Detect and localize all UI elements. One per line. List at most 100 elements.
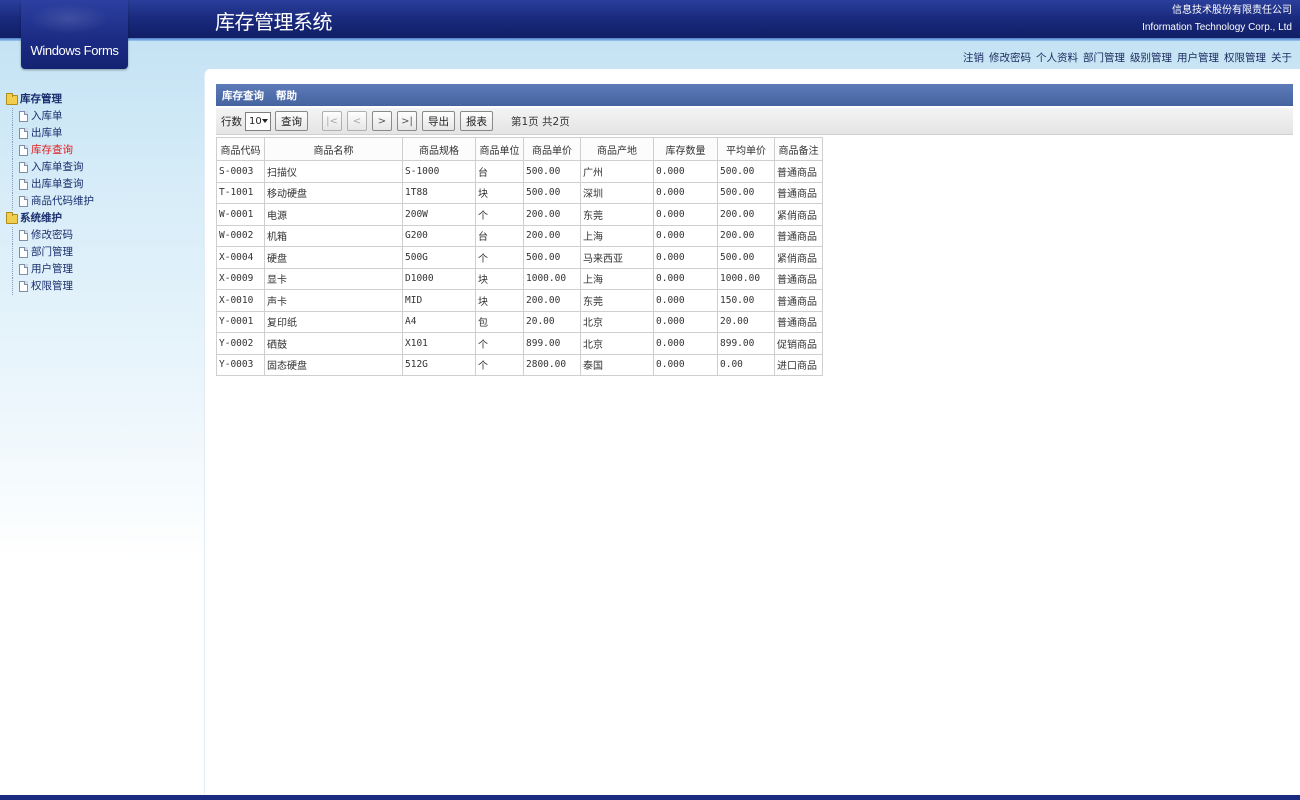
tree-item-label: 入库单	[31, 110, 63, 122]
table-cell: T-1001	[216, 181, 265, 204]
table-cell: 0.000	[653, 224, 718, 247]
table-cell: X-0009	[216, 267, 265, 290]
table-cell: 150.00	[717, 289, 775, 312]
tree-item-stock-out[interactable]: 出库单	[6, 125, 196, 142]
nav-about[interactable]: 关于	[1271, 50, 1292, 64]
table-row[interactable]: X-0004 硬盘 500G 个 500.00 马来西亚 0.000 500.00 紧俏商品	[216, 246, 823, 269]
tree-item-stock-out-query[interactable]: 出库单查询	[6, 176, 196, 193]
rows-select[interactable]: 10	[245, 111, 271, 131]
table-row[interactable]: Y-0002 硒鼓 X101 个 899.00 北京 0.000 899.00 促销商品	[216, 332, 823, 355]
export-button[interactable]: 导出	[422, 111, 455, 131]
table-cell: 500.00	[717, 181, 775, 204]
tree-item-inventory-query[interactable]: 库存查询	[6, 142, 196, 159]
table-cell: 200.00	[523, 203, 581, 226]
table-cell: 东莞	[580, 289, 654, 312]
table-cell: S-0003	[216, 160, 265, 183]
table-cell: 电源	[264, 203, 403, 226]
table-cell: 紧俏商品	[774, 203, 823, 226]
table-cell: 0.000	[653, 310, 718, 333]
nav-users[interactable]: 用户管理	[1177, 50, 1219, 64]
tab-help[interactable]: 帮助	[276, 88, 297, 103]
tree-group-system[interactable]: 系统维护	[6, 210, 196, 227]
tree-group-inventory[interactable]: 库存管理	[6, 91, 196, 108]
tree-item-label: 出库单查询	[31, 178, 84, 190]
table-cell: 20.00	[717, 310, 775, 333]
column-header[interactable]: 商品代码	[216, 137, 265, 161]
nav-level[interactable]: 级别管理	[1130, 50, 1172, 64]
table-cell: 块	[475, 181, 524, 204]
table-cell: 促销商品	[774, 332, 823, 355]
table-row[interactable]: W-0001 电源 200W 个 200.00 东莞 0.000 200.00 紧俏商品	[216, 203, 823, 226]
table-row[interactable]: Y-0003 固态硬盘 512G 个 2800.00 泰国 0.000 0.00 进口商品	[216, 353, 823, 376]
table-cell: 1000.00	[717, 267, 775, 290]
column-header[interactable]: 平均单价	[717, 137, 775, 161]
column-header[interactable]: 商品单价	[523, 137, 581, 161]
tree-item-departments[interactable]: 部门管理	[6, 244, 196, 261]
table-cell: 0.000	[653, 160, 718, 183]
tree-item-label: 用户管理	[31, 263, 73, 275]
table-cell: 北京	[580, 332, 654, 355]
table-cell: Y-0003	[216, 353, 265, 376]
inventory-table: 商品代码 商品名称 商品规格 商品单位 商品单价 商品产地 库存数量 平均单价 …	[216, 137, 823, 376]
document-icon	[19, 128, 28, 139]
table-cell: X-0010	[216, 289, 265, 312]
table-cell: Y-0001	[216, 310, 265, 333]
table-row[interactable]: T-1001 移动硬盘 1T88 块 500.00 深圳 0.000 500.00 普通商品	[216, 181, 823, 204]
prev-page-button[interactable]: <	[347, 111, 367, 131]
table-cell: 899.00	[523, 332, 581, 355]
table-header-row: 商品代码 商品名称 商品规格 商品单位 商品单价 商品产地 库存数量 平均单价 …	[216, 137, 823, 161]
nav-profile[interactable]: 个人资料	[1036, 50, 1078, 64]
table-cell: 块	[475, 267, 524, 290]
report-button[interactable]: 报表	[460, 111, 493, 131]
table-cell: G200	[402, 224, 476, 247]
tree-item-label: 库存查询	[31, 144, 73, 156]
table-cell: X101	[402, 332, 476, 355]
table-row[interactable]: X-0009 显卡 D1000 块 1000.00 上海 0.000 1000.00 普通商品	[216, 267, 823, 290]
tab-inventory-query[interactable]: 库存查询	[222, 88, 264, 103]
nav-change-password[interactable]: 修改密码	[989, 50, 1031, 64]
bottom-bar	[0, 795, 1300, 800]
tree-item-permissions[interactable]: 权限管理	[6, 278, 196, 295]
tree-item-stock-in[interactable]: 入库单	[6, 108, 196, 125]
table-cell: S-1000	[402, 160, 476, 183]
table-cell: 普通商品	[774, 224, 823, 247]
column-header[interactable]: 商品名称	[264, 137, 403, 161]
table-cell: 500.00	[523, 181, 581, 204]
company-name-cn: 信息技术股份有限责任公司	[1172, 5, 1292, 16]
table-row[interactable]: Y-0001 复印纸 A4 包 20.00 北京 0.000 20.00 普通商品	[216, 310, 823, 333]
table-row[interactable]: W-0002 机箱 G200 台 200.00 上海 0.000 200.00 普通商品	[216, 224, 823, 247]
table-row[interactable]: S-0003 扫描仪 S-1000 台 500.00 广州 0.000 500.00 普通商品	[216, 160, 823, 183]
column-header[interactable]: 商品规格	[402, 137, 476, 161]
logo: Windows Forms	[21, 0, 128, 69]
table-cell: 200W	[402, 203, 476, 226]
table-cell: 899.00	[717, 332, 775, 355]
nav-permissions[interactable]: 权限管理	[1224, 50, 1266, 64]
table-cell: 块	[475, 289, 524, 312]
tree-item-product-code[interactable]: 商品代码维护	[6, 193, 196, 210]
table-cell: 20.00	[523, 310, 581, 333]
first-page-button[interactable]: |<	[322, 111, 342, 131]
table-cell: 东莞	[580, 203, 654, 226]
column-header[interactable]: 库存数量	[653, 137, 718, 161]
table-row[interactable]: X-0010 声卡 MID 块 200.00 东莞 0.000 150.00 普通商品	[216, 289, 823, 312]
next-page-button[interactable]: >	[372, 111, 392, 131]
tree-item-change-password[interactable]: 修改密码	[6, 227, 196, 244]
query-button[interactable]: 查询	[275, 111, 308, 131]
tree-item-stock-in-query[interactable]: 入库单查询	[6, 159, 196, 176]
last-page-button[interactable]: >|	[397, 111, 417, 131]
table-cell: 复印纸	[264, 310, 403, 333]
column-header[interactable]: 商品产地	[580, 137, 654, 161]
tree-item-users[interactable]: 用户管理	[6, 261, 196, 278]
table-cell: 个	[475, 353, 524, 376]
content-panel: 库存查询 帮助 行数 10 查询 |< < > >| 导出 报表 第1页 共2页…	[204, 69, 1300, 794]
table-cell: A4	[402, 310, 476, 333]
table-cell: MID	[402, 289, 476, 312]
nav-department[interactable]: 部门管理	[1083, 50, 1125, 64]
column-header[interactable]: 商品单位	[475, 137, 524, 161]
table-cell: 0.000	[653, 289, 718, 312]
table-cell: 马来西亚	[580, 246, 654, 269]
table-cell: 台	[475, 160, 524, 183]
column-header[interactable]: 商品备注	[774, 137, 823, 161]
nav-logout[interactable]: 注销	[963, 50, 984, 64]
table-cell: 0.000	[653, 332, 718, 355]
